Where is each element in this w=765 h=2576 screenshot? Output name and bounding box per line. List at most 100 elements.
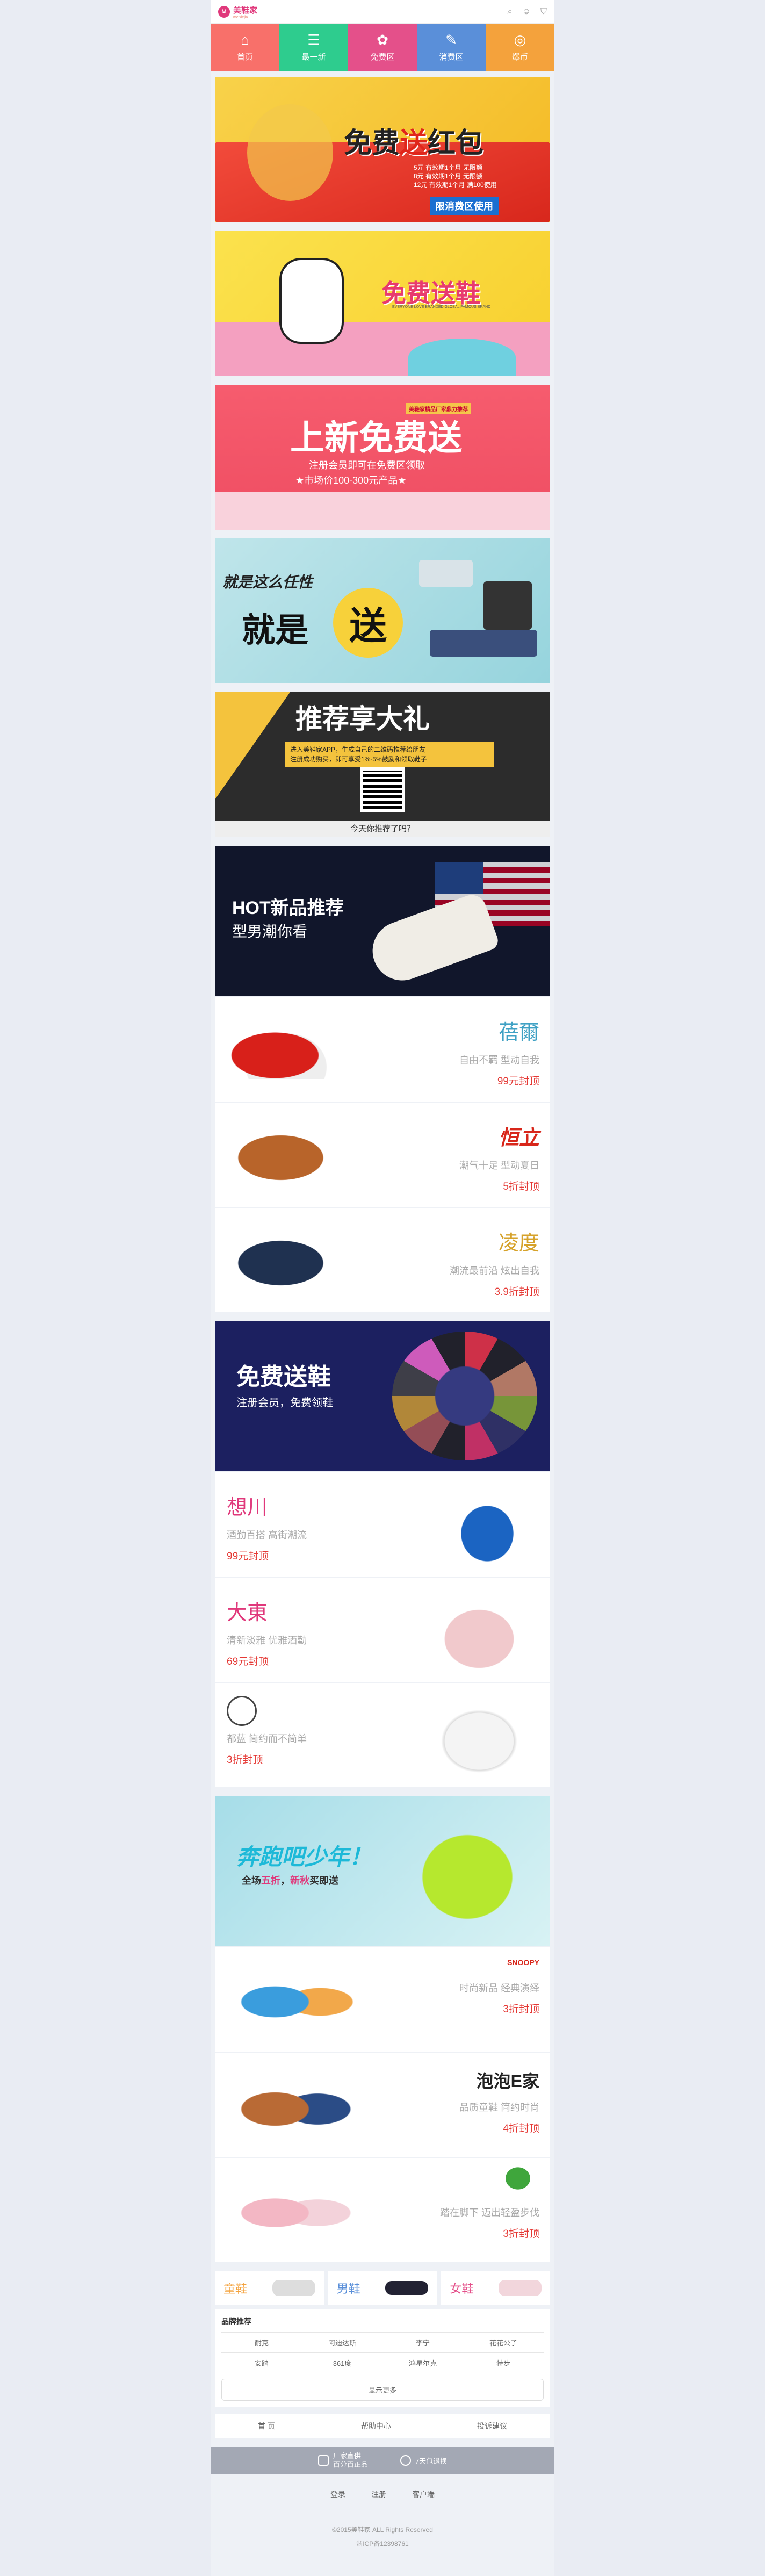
copyright: ©2015美鞋家 ALL Rights Reserved 浙ICP备123987… — [211, 2523, 554, 2551]
banner-free-shoes[interactable]: 免费送鞋 EVERYONE LOVE BRANDED GLOBAL FAMOUS… — [215, 231, 550, 376]
banner2-sub: EVERYONE LOVE BRANDED GLOBAL FAMOUS BRAN… — [392, 305, 491, 309]
banner2-title: 免费送鞋 — [381, 279, 480, 307]
category-cards: 童鞋 男鞋 女鞋 — [215, 2271, 551, 2305]
brand-link[interactable]: 耐克 — [221, 2333, 302, 2353]
footer-feedback-link[interactable]: 投诉建议 — [477, 2421, 507, 2431]
section3-sub-d: 新秋 — [290, 1875, 309, 1886]
category-label: 男鞋 — [336, 2282, 360, 2296]
account-links: 登录 注册 客户端 — [211, 2474, 554, 2512]
brand-desc: 踏在脚下 迈出轻盈步伐 — [440, 2207, 539, 2218]
brand-link[interactable]: 鸿星尔克 — [382, 2353, 463, 2373]
nav-newest[interactable]: ☰ 最一新 — [279, 24, 348, 71]
banner-free-redpacket[interactable]: 免费送红包 5元 有效期1个月 无限额 8元 有效期1个月 无限额 12元 有效… — [215, 77, 550, 222]
product-row[interactable]: 恒立 潮气十足 型动夏日 5折封顶 — [215, 1102, 550, 1207]
brand-link[interactable]: 特步 — [463, 2353, 544, 2373]
brand-recommend-title: 品牌推荐 — [221, 2317, 251, 2326]
section2-hero[interactable]: 免费送鞋 注册会员，免费领鞋 — [215, 1321, 550, 1471]
section3-sub-c: ， — [280, 1875, 290, 1886]
banner1-title-b: 送 — [400, 128, 428, 159]
brand-desc: 品质童鞋 简约时尚 — [459, 2102, 539, 2113]
banner1-line: 5元 有效期1个月 无限额 — [414, 164, 483, 171]
banner4-small: 就是这么任性 — [222, 574, 313, 591]
product-row[interactable]: 都蓝 简约而不简单 3折封顶 — [215, 1682, 550, 1787]
category-women[interactable]: 女鞋 — [441, 2271, 551, 2305]
category-kids[interactable]: 童鞋 — [215, 2271, 324, 2305]
list-icon: ☰ — [307, 31, 320, 48]
product-row[interactable]: 踏在脚下 迈出轻盈步伐 3折封顶 — [215, 2157, 550, 2262]
show-more-button[interactable]: 显示更多 — [221, 2379, 544, 2401]
logo[interactable]: M 美鞋家 meixiejia — [218, 4, 257, 19]
brand-name: SNOOPY — [507, 1958, 539, 1967]
product-row[interactable]: 蓓爾 自由不羁 型动自我 99元封顶 — [215, 996, 550, 1102]
banner-referral[interactable]: 推荐享大礼 进入美鞋家APP，生成自己的二维码推荐给朋友 注册成功购买，即可享受… — [215, 692, 550, 837]
brand-desc: 时尚新品 经典演绎 — [459, 1983, 539, 1994]
page: M 美鞋家 meixiejia ⌕ ☺ ⛉ ⌂ 首页 ☰ 最一新 ✿ 免费区 ✎ 消费区 … — [211, 0, 554, 2576]
pen-icon: ✎ — [445, 31, 457, 48]
section1-hero[interactable]: HOT新品推荐 型男潮你看 — [215, 846, 550, 996]
section3-sub-a: 全场 — [242, 1875, 261, 1886]
product-row[interactable]: 想川酒勤百搭 高街潮流 99元封顶 — [215, 1471, 550, 1577]
banner3-title: 上新免费送 — [290, 419, 462, 457]
price-cap: 69元封顶 — [227, 1656, 269, 1667]
footer-nav: 首 页 帮助中心 投诉建议 — [215, 2414, 550, 2438]
brand-link[interactable]: 361度 — [302, 2353, 382, 2373]
nav-coins[interactable]: ◎ 爆币 — [486, 24, 554, 71]
brand-link[interactable]: 李宁 — [382, 2333, 463, 2353]
banner-just-give[interactable]: 就是这么任性 就是 送 — [215, 538, 550, 683]
banner-new-free[interactable]: 美鞋家精品厂家鼎力推荐 上新免费送 注册会员即可在免费区领取 ★市场价100-3… — [215, 385, 550, 530]
price-cap: 3折封顶 — [503, 2228, 539, 2240]
product-row[interactable]: 泡泡E家 品质童鞋 简约时尚 4折封顶 — [215, 2052, 550, 2157]
brand-name: 想川 — [227, 1496, 268, 1519]
search-icon[interactable]: ⌕ — [508, 7, 513, 17]
price-cap: 3折封顶 — [503, 2004, 539, 2015]
section2-hero-title: 免费送鞋 — [236, 1364, 331, 1390]
banner1-title-a: 免费 — [344, 128, 400, 159]
banner3-line1: 注册会员即可在免费区领取 — [309, 460, 425, 471]
nav-label: 消费区 — [439, 52, 464, 62]
brand-link[interactable]: 阿迪达斯 — [302, 2333, 382, 2353]
banner4-circle: 送 — [333, 588, 403, 658]
brand-link[interactable]: 安踏 — [221, 2353, 302, 2373]
category-men[interactable]: 男鞋 — [328, 2271, 437, 2305]
shoe-thumb-icon — [272, 2280, 315, 2296]
section3-hero[interactable]: 奔跑吧少年！ 全场五折，新秋买即送 — [215, 1796, 550, 1946]
category-label: 童鞋 — [223, 2282, 248, 2296]
register-link[interactable]: 注册 — [371, 2489, 386, 2500]
nav-consume-zone[interactable]: ✎ 消费区 — [417, 24, 486, 71]
footer-home-link[interactable]: 首 页 — [258, 2421, 275, 2431]
banner1-line: 12元 有效期1个月 满100使用 — [414, 181, 497, 189]
brand-link[interactable]: 花花公子 — [463, 2333, 544, 2353]
cart-icon[interactable]: ⛉ — [540, 7, 547, 17]
nav-home[interactable]: ⌂ 首页 — [211, 24, 279, 71]
client-link[interactable]: 客户端 — [412, 2489, 435, 2500]
logo-mark: M — [218, 5, 230, 18]
product-row[interactable]: SNOOPY 时尚新品 经典演绎 3折封顶 — [215, 1946, 550, 2052]
logo-sub: meixiejia — [233, 15, 248, 19]
guarantee-a2: 百分百正品 — [333, 2460, 368, 2469]
banner5-line1: 进入美鞋家APP，生成自己的二维码推荐给朋友 — [290, 746, 426, 753]
product-image — [230, 1020, 343, 1079]
nav-label: 最一新 — [301, 52, 326, 62]
banner1-sub: 限消费区使用 — [430, 197, 499, 215]
nav-free-zone[interactable]: ✿ 免费区 — [348, 24, 417, 71]
footer-help-link[interactable]: 帮助中心 — [361, 2421, 391, 2431]
banner5-line2: 注册成功购买，即可享受1%-5%鼓励和领取鞋子 — [290, 755, 427, 763]
return-icon — [400, 2455, 411, 2466]
product-image — [230, 1231, 343, 1290]
brand-name: 大東 — [227, 1602, 268, 1624]
brand-desc: 酒勤百搭 高街潮流 — [227, 1530, 307, 1541]
flower-icon: ✿ — [377, 31, 388, 48]
brand-logo-icon — [227, 1696, 257, 1726]
product-image — [230, 2177, 359, 2242]
brand-desc: 都蓝 简约而不简单 — [227, 1733, 307, 1744]
user-icon[interactable]: ☺ — [522, 7, 531, 17]
product-row[interactable]: 凌度 潮流最前沿 炫出自我 3.9折封顶 — [215, 1207, 550, 1312]
price-cap: 99元封顶 — [227, 1551, 269, 1562]
login-link[interactable]: 登录 — [330, 2489, 345, 2500]
product-row[interactable]: 大東 清新淡雅 优雅酒勤 69元封顶 — [215, 1577, 550, 1682]
section3-sub-e: 买即送 — [309, 1875, 338, 1886]
price-cap: 5折封顶 — [503, 1181, 539, 1192]
brand-name: 蓓爾 — [498, 1021, 539, 1044]
banner3-line2: ★市场价100-300元产品★ — [295, 475, 407, 486]
price-cap: 3.9折封顶 — [494, 1286, 539, 1298]
